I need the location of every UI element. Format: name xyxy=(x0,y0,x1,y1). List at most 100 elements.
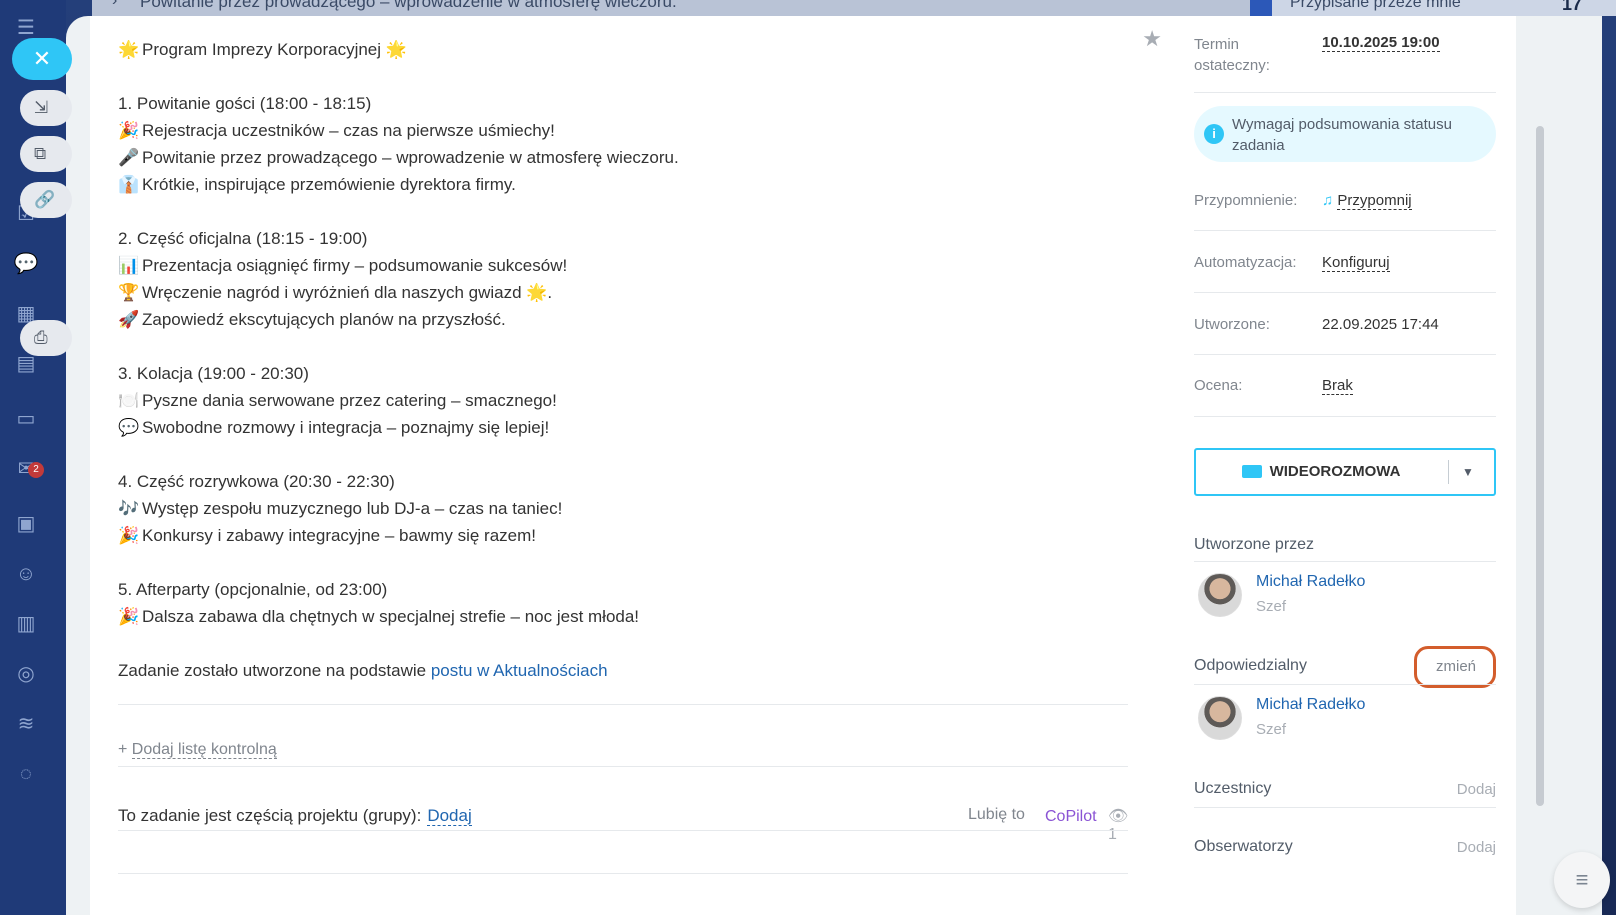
divider xyxy=(118,766,1128,767)
automation-link[interactable]: Konfiguruj xyxy=(1322,254,1390,272)
responsible-role: Szef xyxy=(1256,721,1287,738)
emoji-icon: 🏆 xyxy=(118,283,140,302)
description-text: Swobodne rozmowy i integracja – poznajmy… xyxy=(142,418,550,437)
sidebar-scrollbar[interactable] xyxy=(1536,126,1544,806)
add-checklist[interactable]: + Dodaj listę kontrolną xyxy=(118,741,277,759)
avatar[interactable] xyxy=(1198,696,1242,740)
description-text: Wręczenie nagród i wyróżnień dla naszych… xyxy=(142,283,553,302)
emoji-icon: 🚀 xyxy=(118,310,140,329)
rating-label: Ocena: xyxy=(1194,377,1243,394)
description-line: 👔 Krótkie, inspirujące przemówienie dyrek… xyxy=(118,171,1118,198)
rating-value[interactable]: Brak xyxy=(1322,377,1353,395)
add-observers-link[interactable]: Dodaj xyxy=(1457,839,1496,856)
chevron-right-icon: › xyxy=(112,0,118,9)
drive-icon[interactable]: ▭ xyxy=(12,405,40,433)
eye-icon: 👁 xyxy=(1108,808,1129,825)
description-line: 💬 Swobodne rozmowy i integracja – poznajm… xyxy=(118,414,1118,441)
background-filter-label: Przypisane przeze mnie xyxy=(1290,0,1461,11)
video-call-main[interactable]: WIDEOROZMOWA xyxy=(1196,450,1446,494)
list-menu-button[interactable]: ≡ xyxy=(1554,852,1610,908)
description-text: Dalsza zabawa dla chętnych w specjalnej … xyxy=(142,607,640,626)
sites-icon[interactable]: ▣ xyxy=(12,510,40,538)
divider xyxy=(1194,354,1496,355)
add-participants-link[interactable]: Dodaj xyxy=(1457,781,1496,798)
video-camera-icon xyxy=(1241,464,1262,478)
collapse-icon: ⇲ xyxy=(34,98,49,117)
automation-row: Automatyzacja: Konfiguruj xyxy=(1194,254,1496,272)
description-line: 🍽️ Pyszne dania serwowane przez catering … xyxy=(118,387,1118,414)
video-call-button[interactable]: WIDEOROZMOWA ▼ xyxy=(1194,448,1496,496)
task-sidebar: Termin ostateczny: 10.10.2025 19:00 i Wy… xyxy=(1174,16,1516,915)
open-new-window-button[interactable]: ⧉ xyxy=(20,136,72,172)
description-text: Prezentacja osiągnięć firmy – podsumowan… xyxy=(142,256,568,275)
divider xyxy=(118,830,1128,831)
reminder-control[interactable]: ♫ Przypomnij xyxy=(1322,192,1412,210)
divider xyxy=(1448,460,1449,484)
emoji-icon: 🎉 xyxy=(118,121,140,140)
chat-icon[interactable]: 💬 xyxy=(12,250,40,278)
goals-icon[interactable]: ◎ xyxy=(12,660,40,688)
task-content-card: ★ 🌟 Program Imprezy Korporacyjnej 🌟 1. Pow… xyxy=(90,16,1188,915)
description-text: Występ zespołu muzycznego lub DJ-a – cza… xyxy=(142,499,563,518)
divider xyxy=(1194,416,1496,417)
divider xyxy=(1194,807,1496,808)
description-line: 5. Afterparty (opcjonalnie, od 23:00) xyxy=(118,576,1118,603)
description-text: Rejestracja uczestników – czas na pierws… xyxy=(142,121,555,140)
avatar[interactable] xyxy=(1198,573,1242,617)
description-text: Krótkie, inspirujące przemówienie dyrekt… xyxy=(142,175,516,194)
add-checklist-link[interactable]: Dodaj listę kontrolną xyxy=(131,741,277,759)
description-footer-text: Zadanie zostało utworzone na podstawie xyxy=(118,661,431,680)
description-line: 📊 Prezentacja osiągnięć firmy – podsumowa… xyxy=(118,252,1118,279)
created-value: 22.09.2025 17:44 xyxy=(1322,316,1439,333)
description-footer: Zadanie zostało utworzone na podstawie p… xyxy=(118,657,1118,684)
responsible-name[interactable]: Michał Radełko xyxy=(1256,696,1365,714)
divider xyxy=(118,704,1128,705)
creator-role: Szef xyxy=(1256,598,1287,615)
print-icon: ⎙ xyxy=(34,328,48,347)
description-text: 5. Afterparty (opcjonalnie, od 23:00) xyxy=(118,580,388,599)
copilot-icon[interactable]: ◌ xyxy=(12,760,40,788)
like-button[interactable]: Lubię to xyxy=(968,806,1025,824)
close-slider-button[interactable]: ✕ xyxy=(12,38,72,80)
automation-icon[interactable]: ≋ xyxy=(12,710,40,738)
task-slider-panel: ★ 🌟 Program Imprezy Korporacyjnej 🌟 1. Pow… xyxy=(66,16,1610,915)
deadline-row: Termin ostateczny: 10.10.2025 19:00 xyxy=(1194,34,1496,78)
emoji-icon: 🌟 xyxy=(118,40,140,59)
print-button[interactable]: ⎙ xyxy=(20,320,72,356)
copy-link-icon: 🔗 xyxy=(34,190,56,209)
description-text: 4. Część rozrywkowa (20:30 - 22:30) xyxy=(118,472,395,491)
bell-icon: ♫ xyxy=(1322,192,1334,209)
emoji-icon: 💬 xyxy=(118,418,140,437)
description-text: Zapowiedź ekscytujących planów na przysz… xyxy=(142,310,506,329)
description-text: Program Imprezy Korporacyjnej 🌟 xyxy=(142,40,407,59)
copy-link-button[interactable]: 🔗 xyxy=(20,182,72,218)
task-description: 🌟 Program Imprezy Korporacyjnej 🌟 1. Powit… xyxy=(118,36,1118,684)
deadline-label: Termin ostateczny: xyxy=(1194,36,1270,74)
reminder-link[interactable]: Przypomnij xyxy=(1337,192,1412,210)
divider xyxy=(1194,292,1496,293)
collapse-slider-button[interactable]: ⇲ xyxy=(20,90,72,126)
chevron-down-icon[interactable]: ▼ xyxy=(1462,450,1474,494)
news-post-link[interactable]: postu w Aktualnościach xyxy=(431,661,608,680)
project-add-link[interactable]: Dodaj xyxy=(427,806,472,826)
favorite-star-icon[interactable]: ★ xyxy=(1142,26,1162,52)
background-task-text: Powitanie przez prowadzącego – wprowadze… xyxy=(140,0,677,11)
employees-icon[interactable]: ☺ xyxy=(12,560,40,588)
status-summary-info[interactable]: i Wymagaj podsumowania statusu zadania xyxy=(1194,106,1496,162)
emoji-icon: 🍽️ xyxy=(118,391,140,410)
status-summary-text: Wymagaj podsumowania statusu zadania xyxy=(1232,116,1452,154)
description-line: 🎶 Występ zespołu muzycznego lub DJ-a – cz… xyxy=(118,495,1118,522)
description-line: 🎤 Powitanie przez prowadzącego – wprowadz… xyxy=(118,144,1118,171)
creator-name[interactable]: Michał Radełko xyxy=(1256,573,1365,591)
created-by-title: Utworzone przez xyxy=(1194,536,1315,553)
rating-row: Ocena: Brak xyxy=(1194,377,1496,395)
contact-center-icon[interactable]: ▥ xyxy=(12,610,40,638)
automation-label: Automatyzacja: xyxy=(1194,254,1297,271)
description-line: 2. Część oficjalna (18:15 - 19:00) xyxy=(118,225,1118,252)
copilot-link[interactable]: CoPilot xyxy=(1045,808,1097,826)
deadline-value[interactable]: 10.10.2025 19:00 xyxy=(1322,34,1440,52)
description-text: Pyszne dania serwowane przez catering – … xyxy=(142,391,557,410)
